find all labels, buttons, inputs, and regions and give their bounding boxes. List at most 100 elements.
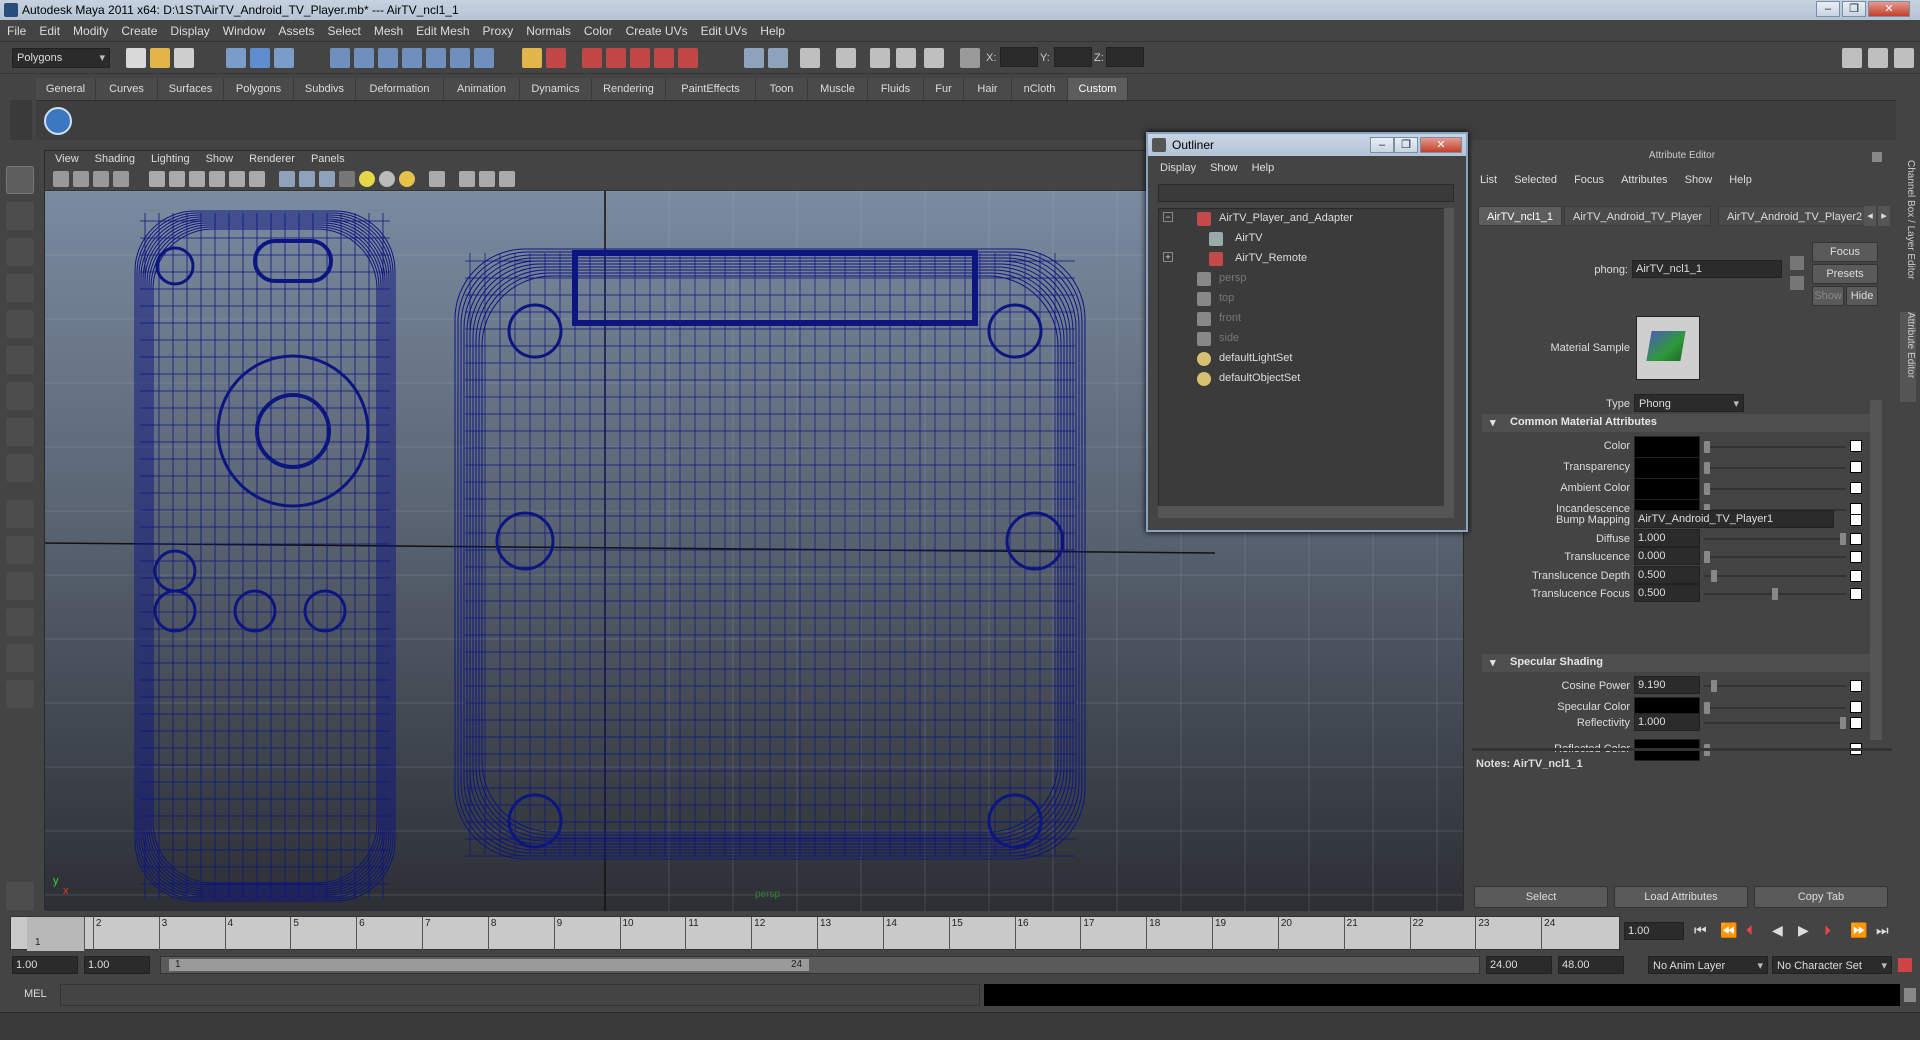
- step-forward-frame-icon[interactable]: ⏵: [1824, 922, 1831, 939]
- new-scene-icon[interactable]: [126, 48, 146, 68]
- outliner-title-bar[interactable]: Outliner: [1148, 134, 1466, 156]
- ae-slider-knob[interactable]: [1704, 483, 1710, 495]
- outliner-window[interactable]: Outliner – ❐ ✕ Display Show Help − AirTV_Pl…: [1146, 132, 1468, 532]
- shelf-menu-handle[interactable]: [10, 100, 32, 140]
- ae-map-button-icon[interactable]: [1850, 680, 1862, 692]
- menu-select[interactable]: Select: [320, 20, 366, 38]
- ae-tab-prev-icon[interactable]: ◂: [1864, 206, 1876, 226]
- command-language-label[interactable]: MEL: [24, 988, 47, 1000]
- outliner-close-button[interactable]: ✕: [1420, 137, 1462, 153]
- ae-section-common[interactable]: ▾ Common Material Attributes: [1482, 414, 1872, 432]
- auto-key-icon[interactable]: [1898, 958, 1912, 972]
- menu-help[interactable]: Help: [753, 20, 791, 38]
- menu-window[interactable]: Window: [216, 20, 272, 38]
- snap-curve-icon[interactable]: [354, 48, 374, 68]
- menu-modify[interactable]: Modify: [66, 20, 114, 38]
- snap-surface-icon[interactable]: [426, 48, 446, 68]
- ae-slider-knob[interactable]: [1710, 569, 1717, 582]
- shelf-tab-custom[interactable]: Custom: [1068, 78, 1128, 100]
- viewport-menu-panels[interactable]: Panels: [301, 151, 351, 165]
- shelf-tab-toon[interactable]: Toon: [756, 78, 808, 100]
- outliner-expand-icon[interactable]: −: [1163, 212, 1173, 222]
- step-back-key-icon[interactable]: ⏪: [1720, 922, 1737, 939]
- open-scene-icon[interactable]: [150, 48, 170, 68]
- menu-proxy[interactable]: Proxy: [476, 20, 520, 38]
- outliner-item[interactable]: side: [1159, 329, 1439, 349]
- z-field[interactable]: [1106, 47, 1144, 67]
- minimize-button[interactable]: –: [1816, 1, 1840, 17]
- manipulator-tool-icon[interactable]: [6, 382, 34, 410]
- outliner-hscrollbar[interactable]: [1158, 506, 1454, 518]
- shelf-tab-surfaces[interactable]: Surfaces: [158, 78, 224, 100]
- range-slider[interactable]: 1 24: [160, 956, 1480, 974]
- ae-attr-number-field[interactable]: 9.190: [1634, 676, 1700, 694]
- menu-edit-uvs[interactable]: Edit UVs: [694, 20, 754, 38]
- wireframe-icon[interactable]: [279, 171, 295, 187]
- step-forward-key-icon[interactable]: ⏩: [1850, 922, 1867, 939]
- ae-select-button[interactable]: Select: [1474, 886, 1608, 908]
- y-field[interactable]: [1054, 47, 1092, 67]
- ae-attr-slider[interactable]: [1704, 685, 1846, 687]
- textured-icon[interactable]: [339, 171, 355, 187]
- shelf-tab-subdivs[interactable]: Subdivs: [294, 78, 356, 100]
- ae-notes-field[interactable]: [1476, 774, 1886, 860]
- outliner-icon[interactable]: [896, 48, 916, 68]
- menu-mesh[interactable]: Mesh: [367, 20, 409, 38]
- maximize-button[interactable]: ❐: [1842, 1, 1866, 17]
- viewport-menu-lighting[interactable]: Lighting: [141, 151, 196, 165]
- snap-grid-icon[interactable]: [330, 48, 350, 68]
- play-backward-icon[interactable]: ◀: [1772, 922, 1783, 939]
- ae-map-button-icon[interactable]: [1850, 514, 1862, 526]
- frame-all-icon[interactable]: [479, 171, 495, 187]
- ae-attr-slider[interactable]: [1704, 446, 1846, 448]
- ae-tab-player2[interactable]: AirTV_Android_TV_Player2: [1718, 206, 1872, 226]
- viewport-menu-renderer[interactable]: Renderer: [239, 151, 301, 165]
- ae-material-sample-swatch[interactable]: [1636, 316, 1700, 380]
- outliner-item[interactable]: defaultLightSet: [1159, 349, 1439, 369]
- outliner-maximize-button[interactable]: ❐: [1394, 137, 1418, 153]
- anim-layer-dropdown[interactable]: No Anim Layer: [1648, 956, 1768, 974]
- ae-attr-text-field[interactable]: AirTV_Android_TV_Player1: [1634, 510, 1834, 528]
- outliner-menu-help[interactable]: Help: [1246, 162, 1283, 174]
- ae-map-button-icon[interactable]: [1850, 569, 1862, 582]
- shelf-tab-dynamics[interactable]: Dynamics: [520, 78, 592, 100]
- ae-vscrollbar[interactable]: [1870, 400, 1882, 740]
- transform-mode-icon[interactable]: [960, 48, 980, 68]
- ae-attr-slider[interactable]: [1704, 556, 1846, 558]
- soft-mod-tool-icon[interactable]: [6, 418, 34, 446]
- ae-section-specular[interactable]: ▾ Specular Shading: [1482, 654, 1872, 672]
- frame-selected-icon[interactable]: [499, 171, 515, 187]
- toggle-panel3-icon[interactable]: [1894, 48, 1914, 68]
- show-manipulator-icon[interactable]: [6, 454, 34, 482]
- construction-history-icon[interactable]: [522, 48, 542, 68]
- shelf-tab-rendering[interactable]: Rendering: [592, 78, 666, 100]
- outliner-item[interactable]: top: [1159, 289, 1439, 309]
- outliner-item[interactable]: + AirTV_Remote: [1159, 249, 1439, 269]
- ae-hide-button[interactable]: Hide: [1846, 286, 1878, 306]
- ae-color-swatch[interactable]: [1634, 478, 1700, 500]
- ae-copy-tab-button[interactable]: Copy Tab: [1754, 886, 1888, 908]
- toggle-panel2-icon[interactable]: [1868, 48, 1888, 68]
- film-gate-icon[interactable]: [169, 171, 185, 187]
- ae-attr-number-field[interactable]: 0.000: [1634, 547, 1700, 565]
- select-hierarchy-icon[interactable]: [226, 48, 246, 68]
- current-time-field[interactable]: 1.00: [1624, 922, 1684, 940]
- ae-color-swatch[interactable]: [1634, 436, 1700, 458]
- all-lights-icon[interactable]: [379, 171, 395, 187]
- ae-attr-slider[interactable]: [1704, 467, 1846, 469]
- shelf-tab-deformation[interactable]: Deformation: [356, 78, 444, 100]
- playback-start-field[interactable]: 1.00: [84, 956, 150, 974]
- outliner-list[interactable]: − AirTV_Player_and_Adapter AirTV + AirTV_Rem…: [1158, 208, 1454, 508]
- ae-map-button-icon[interactable]: [1850, 701, 1862, 713]
- layout-single-icon[interactable]: [6, 500, 34, 528]
- snap-view-icon[interactable]: [402, 48, 422, 68]
- default-light-icon[interactable]: [359, 171, 375, 187]
- ae-node-name-field[interactable]: AirTV_ncl1_1: [1632, 260, 1782, 278]
- ae-map-button-icon[interactable]: [1850, 588, 1862, 600]
- shelf-tab-curves[interactable]: Curves: [96, 78, 158, 100]
- ae-slider-knob[interactable]: [1710, 680, 1717, 692]
- step-back-frame-icon[interactable]: ⏴: [1746, 922, 1753, 939]
- smooth-shade-icon[interactable]: [299, 171, 315, 187]
- ae-splitter[interactable]: [1472, 748, 1892, 751]
- safe-action-icon[interactable]: [229, 171, 245, 187]
